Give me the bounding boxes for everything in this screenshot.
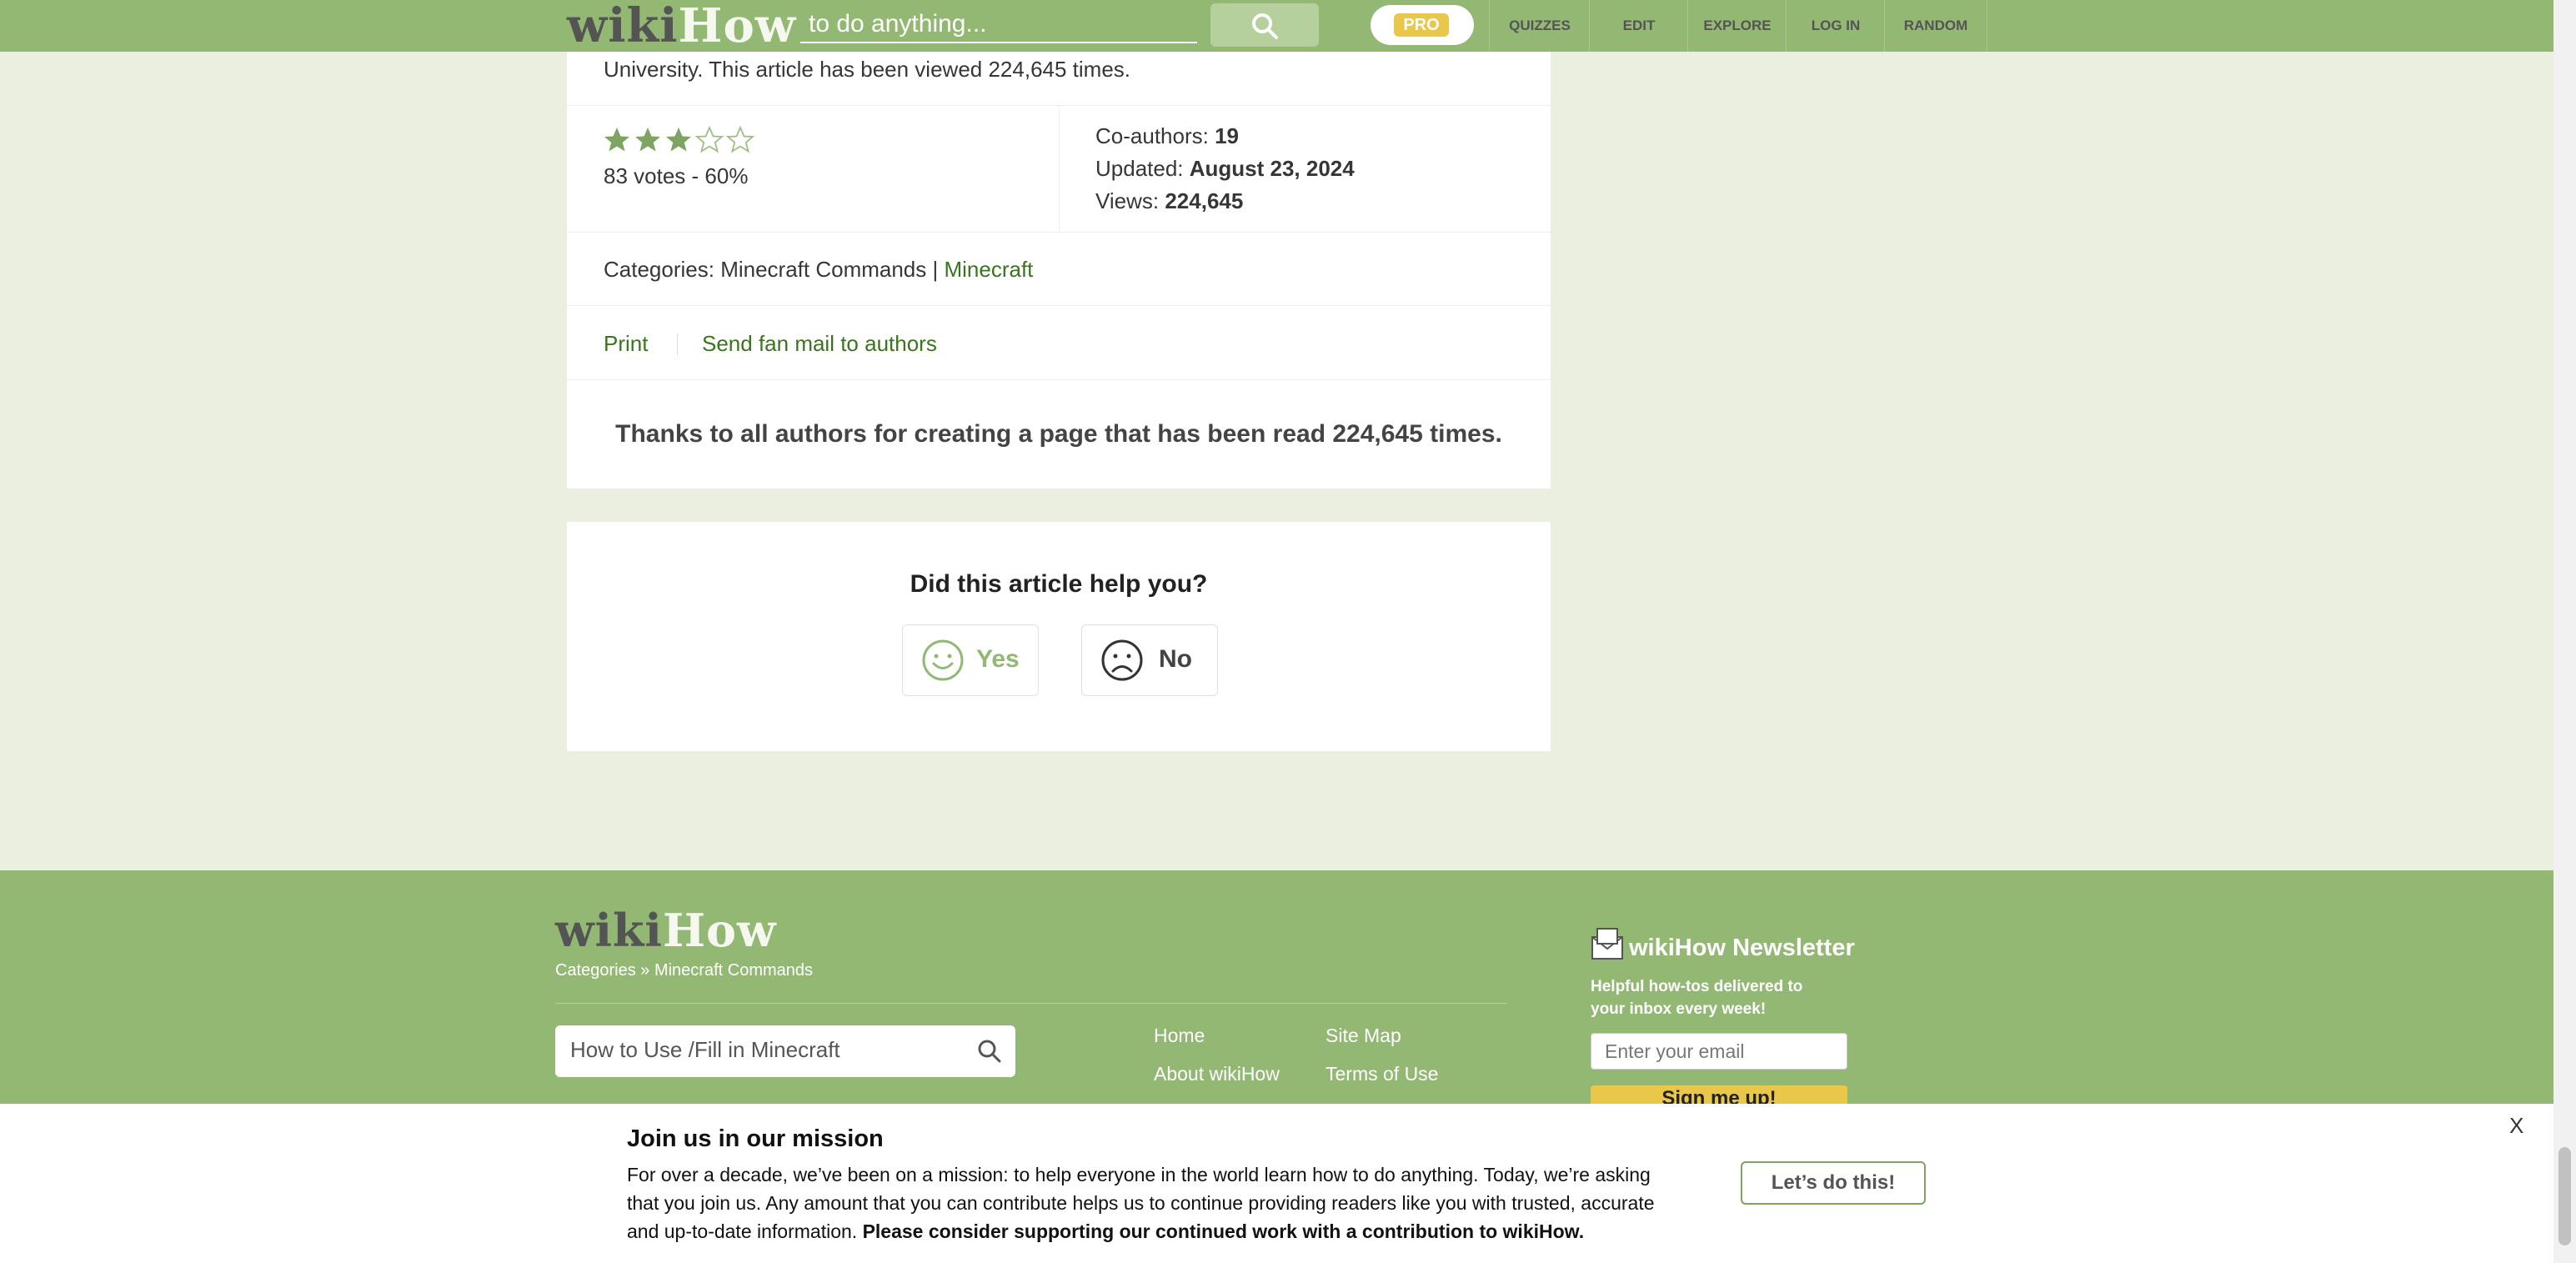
updated-line: Updated: August 23, 2024 bbox=[1095, 156, 1355, 182]
search-icon[interactable] bbox=[977, 1039, 1002, 1064]
print-link[interactable]: Print bbox=[604, 331, 648, 357]
thanks-text: Thanks to all authors for creating a pag… bbox=[615, 420, 1502, 448]
header-search-input[interactable]: to do anything... bbox=[800, 5, 1197, 43]
star-rating[interactable] bbox=[602, 125, 769, 158]
footer-link-site-map[interactable]: Site Map bbox=[1326, 1025, 1401, 1047]
frown-icon bbox=[1101, 639, 1143, 681]
newsletter-desc-line2: your inbox every week! bbox=[1591, 1000, 1767, 1018]
logo-wiki-text: wiki bbox=[567, 0, 679, 53]
banner-line-3-text: and up-to-date information. bbox=[627, 1220, 863, 1242]
divider bbox=[567, 305, 1551, 306]
newsletter-description: Helpful how-tos delivered to your inbox … bbox=[1591, 975, 1802, 1020]
header-search-button[interactable] bbox=[1210, 3, 1319, 47]
footer-search-input[interactable]: How to Use /Fill in Minecraft bbox=[555, 1025, 1015, 1077]
banner-title: Join us in our mission bbox=[627, 1125, 884, 1152]
footer-logo-how: How bbox=[662, 904, 777, 957]
category-separator: | bbox=[926, 257, 945, 282]
pro-label: PRO bbox=[1394, 13, 1449, 37]
divider bbox=[567, 379, 1551, 380]
pro-button[interactable]: PRO bbox=[1371, 5, 1474, 45]
banner-line-2: that you join us. Any amount that you ca… bbox=[627, 1192, 1655, 1214]
envelope-icon bbox=[1591, 928, 1623, 960]
divider-vertical bbox=[1059, 105, 1060, 232]
footer-search-value: How to Use /Fill in Minecraft bbox=[570, 1037, 840, 1062]
logo-how-text: How bbox=[678, 0, 797, 53]
footer-link-home[interactable]: Home bbox=[1154, 1025, 1205, 1047]
star-filled-icon[interactable] bbox=[664, 125, 694, 155]
banner-body: For over a decade, we’ve been on a missi… bbox=[627, 1160, 1655, 1245]
star-empty-icon[interactable] bbox=[725, 125, 755, 155]
helpful-card bbox=[567, 522, 1551, 751]
coauthors-label: Co-authors: bbox=[1095, 123, 1215, 148]
footer-breadcrumb[interactable]: Categories » Minecraft Commands bbox=[555, 961, 813, 980]
nav-quizzes[interactable]: QUIZZES bbox=[1489, 0, 1590, 52]
star-filled-icon[interactable] bbox=[602, 125, 632, 155]
newsletter-title: wikiHow Newsletter bbox=[1629, 935, 1855, 961]
page-scrollbar[interactable] bbox=[2553, 0, 2576, 1263]
category-link-minecraft-commands[interactable]: Minecraft Commands bbox=[720, 257, 926, 282]
link-divider bbox=[677, 333, 678, 355]
updated-label: Updated: bbox=[1095, 156, 1190, 181]
banner-line-3-bold: Please consider supporting our continued… bbox=[862, 1220, 1585, 1242]
banner-close-button[interactable]: X bbox=[2509, 1113, 2523, 1139]
send-fan-mail-link[interactable]: Send fan mail to authors bbox=[702, 331, 937, 357]
banner-line-1: For over a decade, we’ve been on a missi… bbox=[627, 1164, 1651, 1185]
footer-link-about[interactable]: About wikiHow bbox=[1154, 1063, 1280, 1085]
search-icon bbox=[1252, 13, 1278, 39]
nav-edit[interactable]: EDIT bbox=[1589, 0, 1688, 52]
categories-line: Categories: Minecraft Commands | Minecra… bbox=[604, 257, 1033, 283]
votes-text: 83 votes - 60% bbox=[604, 163, 749, 188]
yes-label: Yes bbox=[976, 645, 1020, 673]
coauthors-line: Co-authors: 19 bbox=[1095, 123, 1239, 149]
nav-random[interactable]: RANDOM bbox=[1884, 0, 1987, 52]
coauthors-value: 19 bbox=[1215, 123, 1239, 148]
nav-explore[interactable]: EXPLORE bbox=[1687, 0, 1787, 52]
views-value: 224,645 bbox=[1165, 188, 1244, 213]
footer-logo[interactable]: wikiHow bbox=[555, 907, 776, 954]
footer-logo-wiki: wiki bbox=[555, 904, 663, 957]
categories-label: Categories: bbox=[604, 257, 721, 282]
footer-divider bbox=[555, 1003, 1507, 1004]
divider bbox=[567, 232, 1551, 233]
banner-line-3: and up-to-date information. Please consi… bbox=[627, 1217, 1655, 1245]
scrollbar-thumb[interactable] bbox=[2558, 1147, 2571, 1245]
views-line: Views: 224,645 bbox=[1095, 188, 1243, 214]
smile-icon bbox=[922, 639, 964, 681]
views-label: Views: bbox=[1095, 188, 1165, 213]
star-filled-icon[interactable] bbox=[633, 125, 663, 155]
no-label: No bbox=[1159, 645, 1192, 673]
lets-do-this-button[interactable]: Let’s do this! bbox=[1741, 1161, 1926, 1205]
wikihow-logo[interactable]: wikiHow bbox=[567, 2, 796, 50]
helpful-question: Did this article help you? bbox=[910, 570, 1208, 598]
no-button[interactable]: No bbox=[1081, 624, 1218, 696]
article-viewed-text: University. This article has been viewed… bbox=[604, 57, 1131, 82]
yes-button[interactable]: Yes bbox=[902, 624, 1039, 696]
footer-link-terms[interactable]: Terms of Use bbox=[1326, 1063, 1438, 1085]
newsletter-desc-line1: Helpful how-tos delivered to bbox=[1591, 978, 1803, 995]
newsletter-email-input[interactable]: Enter your email bbox=[1591, 1033, 1847, 1070]
category-link-minecraft[interactable]: Minecraft bbox=[944, 257, 1033, 282]
nav-log-in[interactable]: LOG IN bbox=[1786, 0, 1885, 52]
star-empty-icon[interactable] bbox=[694, 125, 724, 155]
updated-value: August 23, 2024 bbox=[1189, 156, 1355, 181]
